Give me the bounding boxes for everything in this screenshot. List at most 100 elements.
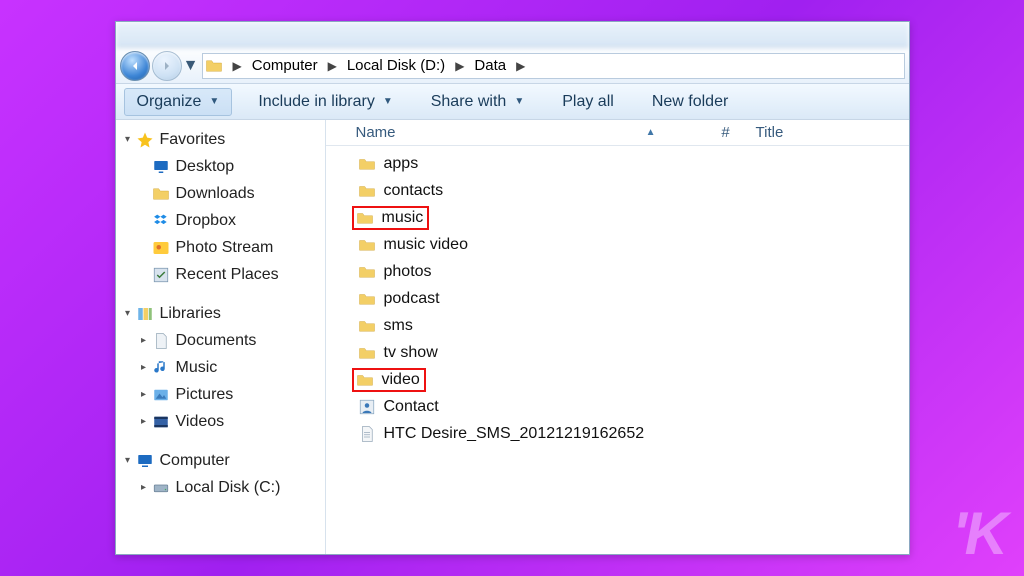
libraries-header[interactable]: ▾ Libraries [116, 300, 325, 327]
highlight-box: music [352, 206, 430, 230]
highlight-box: video [352, 368, 426, 392]
drive-icon [152, 479, 170, 497]
folder-icon [358, 155, 376, 173]
sidebar-item-label: Documents [176, 332, 257, 350]
new-folder-button[interactable]: New folder [640, 89, 740, 115]
folder-icon [358, 317, 376, 335]
file-name: music [382, 209, 424, 227]
chevron-right-icon: ▶ [451, 59, 468, 73]
folder-icon [358, 344, 376, 362]
folder-icon [152, 185, 170, 203]
document-icon [358, 425, 376, 443]
expand-icon: ▸ [138, 362, 150, 373]
collapse-icon: ▾ [122, 455, 134, 466]
file-row[interactable]: Contact [326, 393, 909, 420]
file-row[interactable]: tv show [326, 339, 909, 366]
file-row[interactable]: music [326, 204, 909, 231]
file-row[interactable]: video [326, 366, 909, 393]
favorites-header[interactable]: ▾ Favorites [116, 126, 325, 153]
sidebar-item-music[interactable]: ▸ Music [116, 354, 325, 381]
play-all-button[interactable]: Play all [550, 89, 626, 115]
sidebar-item-label: Dropbox [176, 212, 236, 230]
sidebar: ▾ Favorites ▸ Desktop ▸ Downloads [116, 120, 326, 554]
back-button[interactable] [120, 51, 150, 81]
favorites-section: ▾ Favorites ▸ Desktop ▸ Downloads [116, 126, 325, 288]
sidebar-item-videos[interactable]: ▸ Videos [116, 408, 325, 435]
history-dropdown[interactable]: ▼ [184, 57, 198, 75]
file-row[interactable]: music video [326, 231, 909, 258]
sidebar-item-recent[interactable]: ▸ Recent Places [116, 261, 325, 288]
file-row[interactable]: HTC Desire_SMS_20121219162652 [326, 420, 909, 447]
column-number[interactable]: # [696, 124, 756, 141]
breadcrumb-segment[interactable]: Computer [246, 54, 324, 78]
expand-icon: ▸ [138, 335, 150, 346]
column-num-label: # [721, 124, 729, 141]
document-icon [152, 332, 170, 350]
sidebar-item-label: Local Disk (C:) [176, 479, 281, 497]
breadcrumb[interactable]: ▶ Computer ▶ Local Disk (D:) ▶ Data ▶ [202, 53, 905, 79]
column-title-label: Title [756, 124, 784, 141]
sidebar-item-label: Videos [176, 413, 225, 431]
navbar: ▼ ▶ Computer ▶ Local Disk (D:) ▶ Data ▶ [116, 48, 909, 84]
sidebar-item-label: Photo Stream [176, 239, 274, 257]
sidebar-item-pictures[interactable]: ▸ Pictures [116, 381, 325, 408]
breadcrumb-segment[interactable]: Data [468, 54, 512, 78]
sidebar-item-desktop[interactable]: ▸ Desktop [116, 153, 325, 180]
chevron-right-icon: ▶ [512, 59, 529, 73]
column-name[interactable]: Name ▲ [356, 124, 696, 141]
sidebar-item-downloads[interactable]: ▸ Downloads [116, 180, 325, 207]
sidebar-item-label: Downloads [176, 185, 255, 203]
sidebar-item-photostream[interactable]: ▸ Photo Stream [116, 234, 325, 261]
file-row[interactable]: apps [326, 150, 909, 177]
file-name: Contact [384, 398, 439, 416]
arrow-left-icon [127, 58, 143, 74]
share-label: Share with [431, 93, 507, 111]
file-name: photos [384, 263, 432, 281]
organize-button[interactable]: Organize ▼ [124, 88, 233, 116]
collapse-icon: ▾ [122, 308, 134, 319]
libraries-label: Libraries [160, 305, 221, 323]
share-button[interactable]: Share with ▼ [419, 89, 537, 115]
videos-icon [152, 413, 170, 431]
folder-icon [358, 290, 376, 308]
sidebar-item-localdisk-c[interactable]: ▸ Local Disk (C:) [116, 474, 325, 501]
recent-icon [152, 266, 170, 284]
desktop-icon [152, 158, 170, 176]
chevron-right-icon: ▶ [229, 59, 246, 73]
file-row[interactable]: contacts [326, 177, 909, 204]
forward-button[interactable] [152, 51, 182, 81]
expand-icon: ▸ [138, 389, 150, 400]
chevron-down-icon: ▼ [383, 96, 393, 107]
libraries-section: ▾ Libraries ▸ Documents ▸ Music ▸ [116, 300, 325, 435]
chevron-down-icon: ▼ [514, 96, 524, 107]
computer-label: Computer [160, 452, 230, 470]
collapse-icon: ▾ [122, 134, 134, 145]
include-library-button[interactable]: Include in library ▼ [246, 89, 404, 115]
folder-icon [358, 236, 376, 254]
computer-header[interactable]: ▾ Computer [116, 447, 325, 474]
library-icon [136, 305, 154, 323]
file-list[interactable]: appscontacts music music video photos podcas… [326, 146, 909, 554]
computer-icon [136, 452, 154, 470]
file-name: video [382, 371, 420, 389]
file-name: tv show [384, 344, 438, 362]
sidebar-item-dropbox[interactable]: ▸ Dropbox [116, 207, 325, 234]
folder-icon [356, 371, 374, 389]
file-row[interactable]: podcast [326, 285, 909, 312]
photo-icon [152, 239, 170, 257]
sidebar-item-label: Recent Places [176, 266, 279, 284]
content-area: ▾ Favorites ▸ Desktop ▸ Downloads [116, 120, 909, 554]
folder-icon [205, 57, 223, 75]
column-name-label: Name [356, 124, 396, 141]
chevron-right-icon: ▶ [324, 59, 341, 73]
breadcrumb-segment[interactable]: Local Disk (D:) [341, 54, 451, 78]
sidebar-item-documents[interactable]: ▸ Documents [116, 327, 325, 354]
file-row[interactable]: photos [326, 258, 909, 285]
column-title[interactable]: Title [756, 124, 856, 141]
file-row[interactable]: sms [326, 312, 909, 339]
watermark: 'K [952, 499, 1006, 568]
file-pane: Name ▲ # Title appscontacts music music vi… [326, 120, 909, 554]
computer-section: ▾ Computer ▸ Local Disk (C:) [116, 447, 325, 501]
sort-asc-icon: ▲ [646, 127, 656, 138]
folder-icon [358, 182, 376, 200]
